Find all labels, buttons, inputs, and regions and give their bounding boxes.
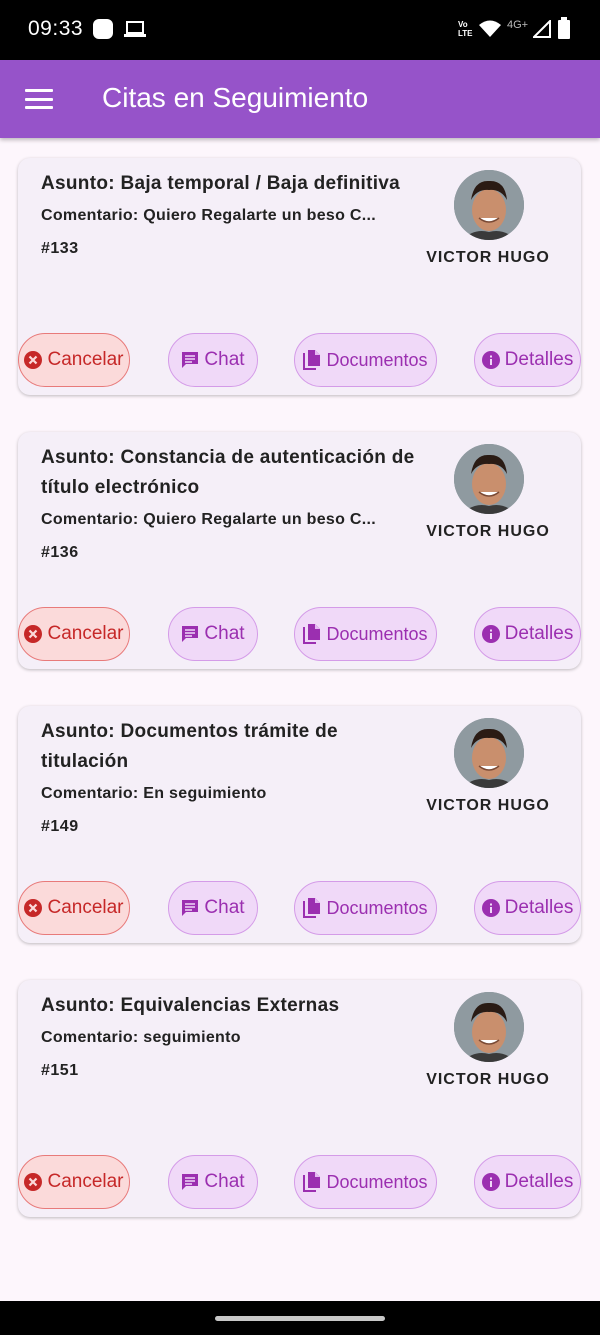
documents-icon <box>303 898 321 918</box>
cancel-icon <box>24 625 43 643</box>
documents-button[interactable]: Documentos <box>294 607 437 661</box>
agent-name: VICTOR HUGO <box>426 1071 550 1088</box>
hamburger-menu-icon[interactable] <box>25 89 53 109</box>
page-title: Citas en Seguimiento <box>102 82 369 113</box>
info-icon <box>481 899 500 917</box>
documents-button-label: Documentos <box>326 897 428 918</box>
laptop-icon <box>124 21 146 37</box>
card-id: #149 <box>41 818 79 835</box>
card-id: #151 <box>41 1062 79 1079</box>
gesture-handle[interactable] <box>215 1316 385 1321</box>
cancel-button-label: Cancelar <box>47 1171 124 1192</box>
appointment-card: Asunto: Baja temporal / Baja definitiva … <box>18 158 581 395</box>
card-id: #133 <box>41 240 79 257</box>
documents-button-label: Documentos <box>326 623 428 644</box>
card-id: #136 <box>41 544 79 561</box>
agent-avatar <box>454 718 524 788</box>
chat-button-label: Chat <box>204 349 245 370</box>
info-icon <box>481 351 500 369</box>
agent-avatar <box>454 444 524 514</box>
chat-icon <box>182 352 199 368</box>
chat-button[interactable]: Chat <box>168 881 258 935</box>
documents-icon <box>303 624 321 644</box>
chat-icon <box>182 626 199 642</box>
app-notification-icon <box>93 19 113 39</box>
card-comment: Comentario: Quiero Regalarte un beso C..… <box>41 511 377 528</box>
details-button-label: Detalles <box>504 897 574 918</box>
network-type: 4G+ <box>507 19 529 31</box>
agent-avatar <box>454 992 524 1062</box>
chat-icon <box>182 900 199 916</box>
volte-icon: Vo LTE <box>458 20 473 38</box>
cancel-icon <box>24 1173 43 1191</box>
chat-button-label: Chat <box>204 897 245 918</box>
cancel-button[interactable]: Cancelar <box>18 1155 130 1209</box>
documents-button[interactable]: Documentos <box>294 333 437 387</box>
info-icon <box>481 1173 500 1191</box>
documents-button-label: Documentos <box>326 1171 428 1192</box>
cancel-button[interactable]: Cancelar <box>18 881 130 935</box>
details-button-label: Detalles <box>504 623 574 644</box>
card-subject: Asunto: Baja temporal / Baja definitiva <box>41 173 401 194</box>
documents-button-label: Documentos <box>326 349 428 370</box>
card-subject: Asunto: Constancia de autenticación de t… <box>41 447 415 498</box>
card-subject: Asunto: Documentos trámite de titulación <box>41 721 338 772</box>
details-button-label: Detalles <box>504 349 574 370</box>
card-comment: Comentario: Quiero Regalarte un beso C..… <box>41 207 377 224</box>
documents-icon <box>303 350 321 370</box>
card-subject: Asunto: Equivalencias Externas <box>41 995 340 1016</box>
cancel-button-label: Cancelar <box>47 623 124 644</box>
status-bar: 09:33 Vo LTE 4G+ <box>0 0 600 60</box>
cancel-button[interactable]: Cancelar <box>18 333 130 387</box>
cancel-icon <box>24 899 43 917</box>
chat-button[interactable]: Chat <box>168 607 258 661</box>
chat-button-label: Chat <box>204 623 245 644</box>
details-button[interactable]: Detalles <box>474 333 581 387</box>
cancel-button-label: Cancelar <box>47 897 124 918</box>
wifi-icon <box>479 20 501 37</box>
agent-name: VICTOR HUGO <box>426 797 550 814</box>
details-button[interactable]: Detalles <box>474 607 581 661</box>
details-button[interactable]: Detalles <box>474 881 581 935</box>
agent-avatar <box>454 170 524 240</box>
agent-name: VICTOR HUGO <box>426 249 550 266</box>
cancel-button[interactable]: Cancelar <box>18 607 130 661</box>
signal-icon <box>533 20 551 38</box>
battery-icon <box>558 17 570 39</box>
chat-button-label: Chat <box>204 1171 245 1192</box>
details-button[interactable]: Detalles <box>474 1155 581 1209</box>
documents-button[interactable]: Documentos <box>294 1155 437 1209</box>
cancel-icon <box>24 351 43 369</box>
agent-name: VICTOR HUGO <box>426 523 550 540</box>
chat-icon <box>182 1174 199 1190</box>
documents-icon <box>303 1172 321 1192</box>
status-time: 09:33 <box>28 17 84 40</box>
chat-button[interactable]: Chat <box>168 333 258 387</box>
documents-button[interactable]: Documentos <box>294 881 437 935</box>
system-nav-bar <box>0 1301 600 1335</box>
cancel-button-label: Cancelar <box>47 349 124 370</box>
app-bar: Citas en Seguimiento <box>0 60 600 138</box>
card-comment: Comentario: En seguimiento <box>41 785 267 802</box>
card-comment: Comentario: seguimiento <box>41 1029 241 1046</box>
appointment-card: Asunto: Constancia de autenticación de t… <box>18 432 581 669</box>
chat-button[interactable]: Chat <box>168 1155 258 1209</box>
details-button-label: Detalles <box>504 1171 574 1192</box>
info-icon <box>481 625 500 643</box>
appointment-card: Asunto: Equivalencias Externas Comentari… <box>18 980 581 1217</box>
appointment-card: Asunto: Documentos trámite de titulación… <box>18 706 581 943</box>
